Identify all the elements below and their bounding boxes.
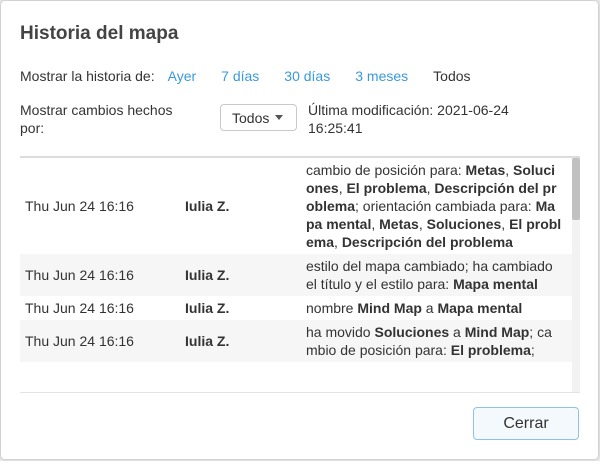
- description-object-name: Descripción del problema: [341, 234, 513, 250]
- row-description: ha movido Soluciones a Mind Map; cambio …: [306, 323, 565, 359]
- map-history-dialog: Historia del mapa Mostrar la historia de…: [1, 1, 598, 459]
- row-date: Thu Jun 24 16:16: [25, 267, 134, 283]
- table-row: Thu Jun 24 16:16 Iulia Z. nombre Mind Map …: [20, 296, 572, 320]
- close-button[interactable]: Cerrar: [473, 407, 579, 440]
- row-user: Iulia Z.: [185, 333, 230, 349]
- description-text: ; orientación cambiada para:: [355, 198, 536, 214]
- description-text: cambio de posición para:: [306, 162, 466, 178]
- user-filter-select[interactable]: Todos: [220, 104, 297, 131]
- table-row: Thu Jun 24 16:16 Iulia Z. ha movido Soluci…: [20, 320, 572, 362]
- row-description: nombre Mind Map a Mapa mental: [306, 299, 565, 317]
- table-row: Thu Jun 24 16:16 Iulia Z. estilo del mapa …: [20, 254, 572, 296]
- description-object-name: Mapa mental: [453, 276, 538, 292]
- description-object-name: El problema: [346, 180, 427, 196]
- period-30-days-link[interactable]: 30 días: [284, 68, 330, 84]
- dialog-title: Historia del mapa: [20, 23, 179, 44]
- scrollbar-track[interactable]: [572, 158, 580, 392]
- description-object-name: Soluciones: [374, 324, 450, 340]
- description-object-name: Mind Map: [357, 300, 422, 316]
- row-description: cambio de posición para: Metas, Solucion…: [306, 161, 565, 251]
- description-text: nombre: [306, 300, 358, 316]
- row-date: Thu Jun 24 16:16: [25, 300, 134, 316]
- period-yesterday-link[interactable]: Ayer: [168, 68, 197, 84]
- row-user: Iulia Z.: [185, 300, 230, 316]
- last-modified-text: Última modificación: 2021-06-24 16:25:41: [308, 102, 509, 136]
- user-filter-value: Todos: [232, 109, 270, 126]
- row-user: Iulia Z.: [185, 198, 230, 214]
- description-text: ha movido: [306, 324, 375, 340]
- period-7-days-link[interactable]: 7 días: [221, 68, 259, 84]
- description-object-name: El problema: [450, 342, 531, 358]
- description-object-name: Metas: [379, 216, 419, 232]
- row-user: Iulia Z.: [185, 267, 230, 283]
- description-object-name: Soluciones: [426, 216, 502, 232]
- history-table: Thu Jun 24 16:16 Iulia Z. cambio de posici…: [20, 156, 580, 393]
- description-text: ,: [505, 162, 514, 178]
- description-text: a: [421, 300, 438, 316]
- description-text: ,: [334, 234, 342, 250]
- description-object-name: Mind Map: [464, 324, 530, 340]
- description-object-name: Mapa mental: [437, 300, 523, 316]
- period-all-selected[interactable]: Todos: [433, 68, 470, 84]
- description-text: a: [449, 324, 465, 340]
- row-description: estilo del mapa cambiado; ha cambiado el…: [306, 257, 565, 293]
- description-text: ,: [501, 216, 510, 232]
- description-object-name: Metas: [465, 162, 506, 178]
- history-rows: Thu Jun 24 16:16 Iulia Z. cambio de posici…: [20, 158, 580, 362]
- row-date: Thu Jun 24 16:16: [25, 333, 134, 349]
- period-3-months-link[interactable]: 3 meses: [355, 68, 408, 84]
- description-text: ;: [530, 342, 535, 358]
- history-period-label: Mostrar la historia de:: [20, 68, 155, 84]
- caret-down-icon: [275, 115, 284, 120]
- changes-by-label: Mostrar cambios hechos por:: [20, 102, 173, 136]
- table-row: Thu Jun 24 16:16 Iulia Z. cambio de posici…: [20, 158, 572, 254]
- scrollbar-thumb[interactable]: [572, 158, 580, 220]
- description-text: ,: [418, 216, 427, 232]
- row-date: Thu Jun 24 16:16: [25, 198, 134, 214]
- description-text: ,: [371, 216, 380, 232]
- history-period-filter: Mostrar la historia de: Ayer 7 días 30 d…: [20, 67, 496, 85]
